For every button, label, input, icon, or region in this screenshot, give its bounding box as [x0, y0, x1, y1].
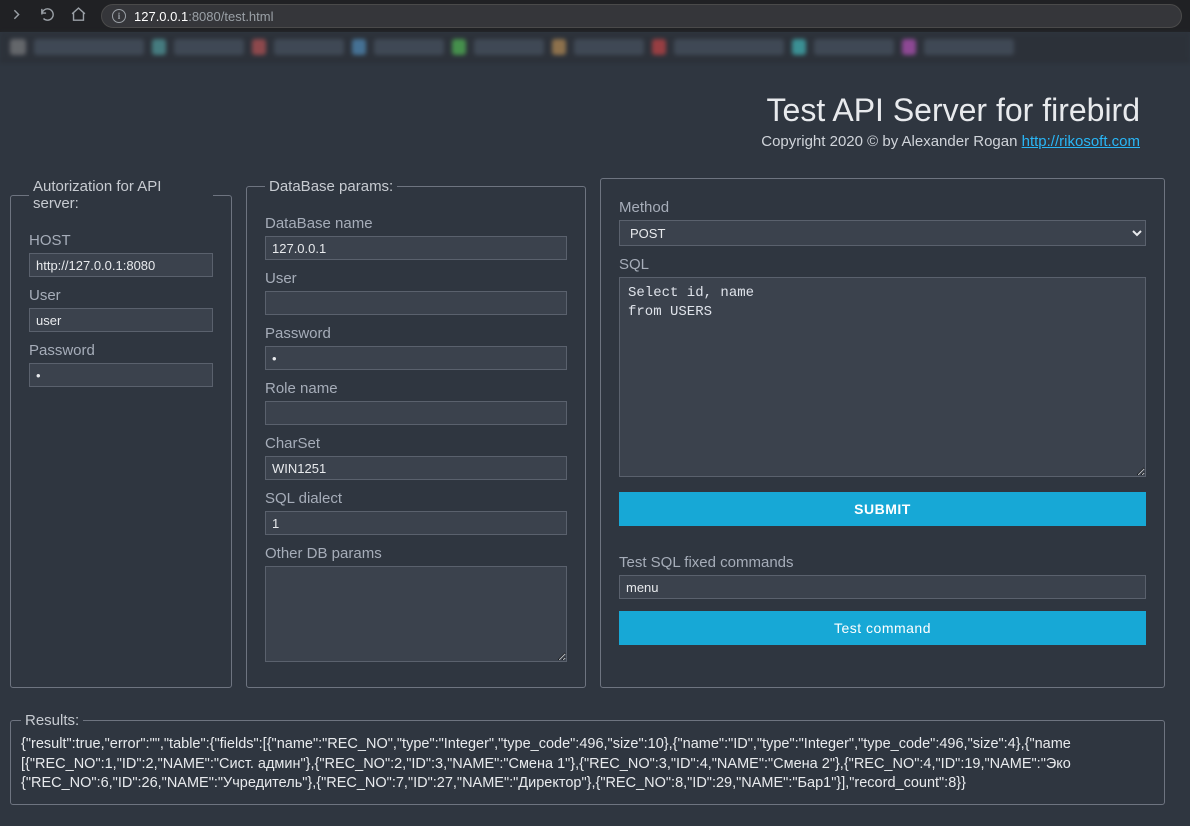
- db-panel: DataBase params: DataBase name User Pass…: [246, 178, 586, 688]
- auth-user-input[interactable]: [29, 308, 213, 332]
- auth-password-input[interactable]: [29, 363, 213, 387]
- role-input[interactable]: [265, 401, 567, 425]
- results-body: {"result":true,"error":"","table":{"fiel…: [21, 735, 1154, 794]
- request-panel: Method POST SQL SUBMIT Test SQL fixed co…: [600, 178, 1165, 688]
- auth-user-label: User: [29, 287, 213, 304]
- method-label: Method: [619, 199, 1146, 216]
- dialect-input[interactable]: [265, 511, 567, 535]
- site-info-icon[interactable]: i: [112, 9, 126, 23]
- fixed-cmd-input[interactable]: [619, 575, 1146, 599]
- db-user-label: User: [265, 270, 567, 287]
- auth-password-label: Password: [29, 342, 213, 359]
- sql-textarea[interactable]: [619, 277, 1146, 477]
- sql-label: SQL: [619, 256, 1146, 273]
- otherdb-textarea[interactable]: [265, 566, 567, 662]
- auth-panel: Autorization for API server: HOST User P…: [10, 178, 232, 688]
- db-password-label: Password: [265, 325, 567, 342]
- submit-button[interactable]: SUBMIT: [619, 492, 1146, 526]
- host-input[interactable]: [29, 253, 213, 277]
- db-legend: DataBase params:: [265, 178, 397, 195]
- url-host: 127.0.0.1: [134, 9, 188, 24]
- otherdb-label: Other DB params: [265, 545, 567, 562]
- browser-toolbar: i 127.0.0.1:8080/test.html: [0, 0, 1190, 32]
- method-select[interactable]: POST: [619, 220, 1146, 246]
- charset-label: CharSet: [265, 435, 567, 452]
- copyright-text: Copyright 2020 © by Alexander Rogan: [761, 133, 1021, 150]
- db-user-input[interactable]: [265, 291, 567, 315]
- author-link[interactable]: http://rikosoft.com: [1022, 133, 1140, 150]
- role-label: Role name: [265, 380, 567, 397]
- page-title: Test API Server for firebird: [10, 92, 1140, 129]
- dialect-label: SQL dialect: [265, 490, 567, 507]
- dbname-label: DataBase name: [265, 215, 567, 232]
- url-rest: :8080/test.html: [188, 9, 273, 24]
- results-panel: Results: {"result":true,"error":"","tabl…: [10, 712, 1165, 805]
- page-header: Test API Server for firebird Copyright 2…: [10, 82, 1165, 178]
- auth-legend: Autorization for API server:: [29, 178, 213, 212]
- charset-input[interactable]: [265, 456, 567, 480]
- bookmarks-bar: [0, 32, 1190, 62]
- home-icon[interactable]: [70, 6, 87, 26]
- reload-icon[interactable]: [39, 6, 56, 26]
- forward-icon[interactable]: [8, 6, 25, 26]
- fixed-cmd-label: Test SQL fixed commands: [619, 554, 1146, 571]
- results-legend: Results:: [21, 712, 83, 729]
- dbname-input[interactable]: [265, 236, 567, 260]
- address-bar[interactable]: i 127.0.0.1:8080/test.html: [101, 4, 1182, 28]
- db-password-input[interactable]: [265, 346, 567, 370]
- host-label: HOST: [29, 232, 213, 249]
- test-command-button[interactable]: Test command: [619, 611, 1146, 645]
